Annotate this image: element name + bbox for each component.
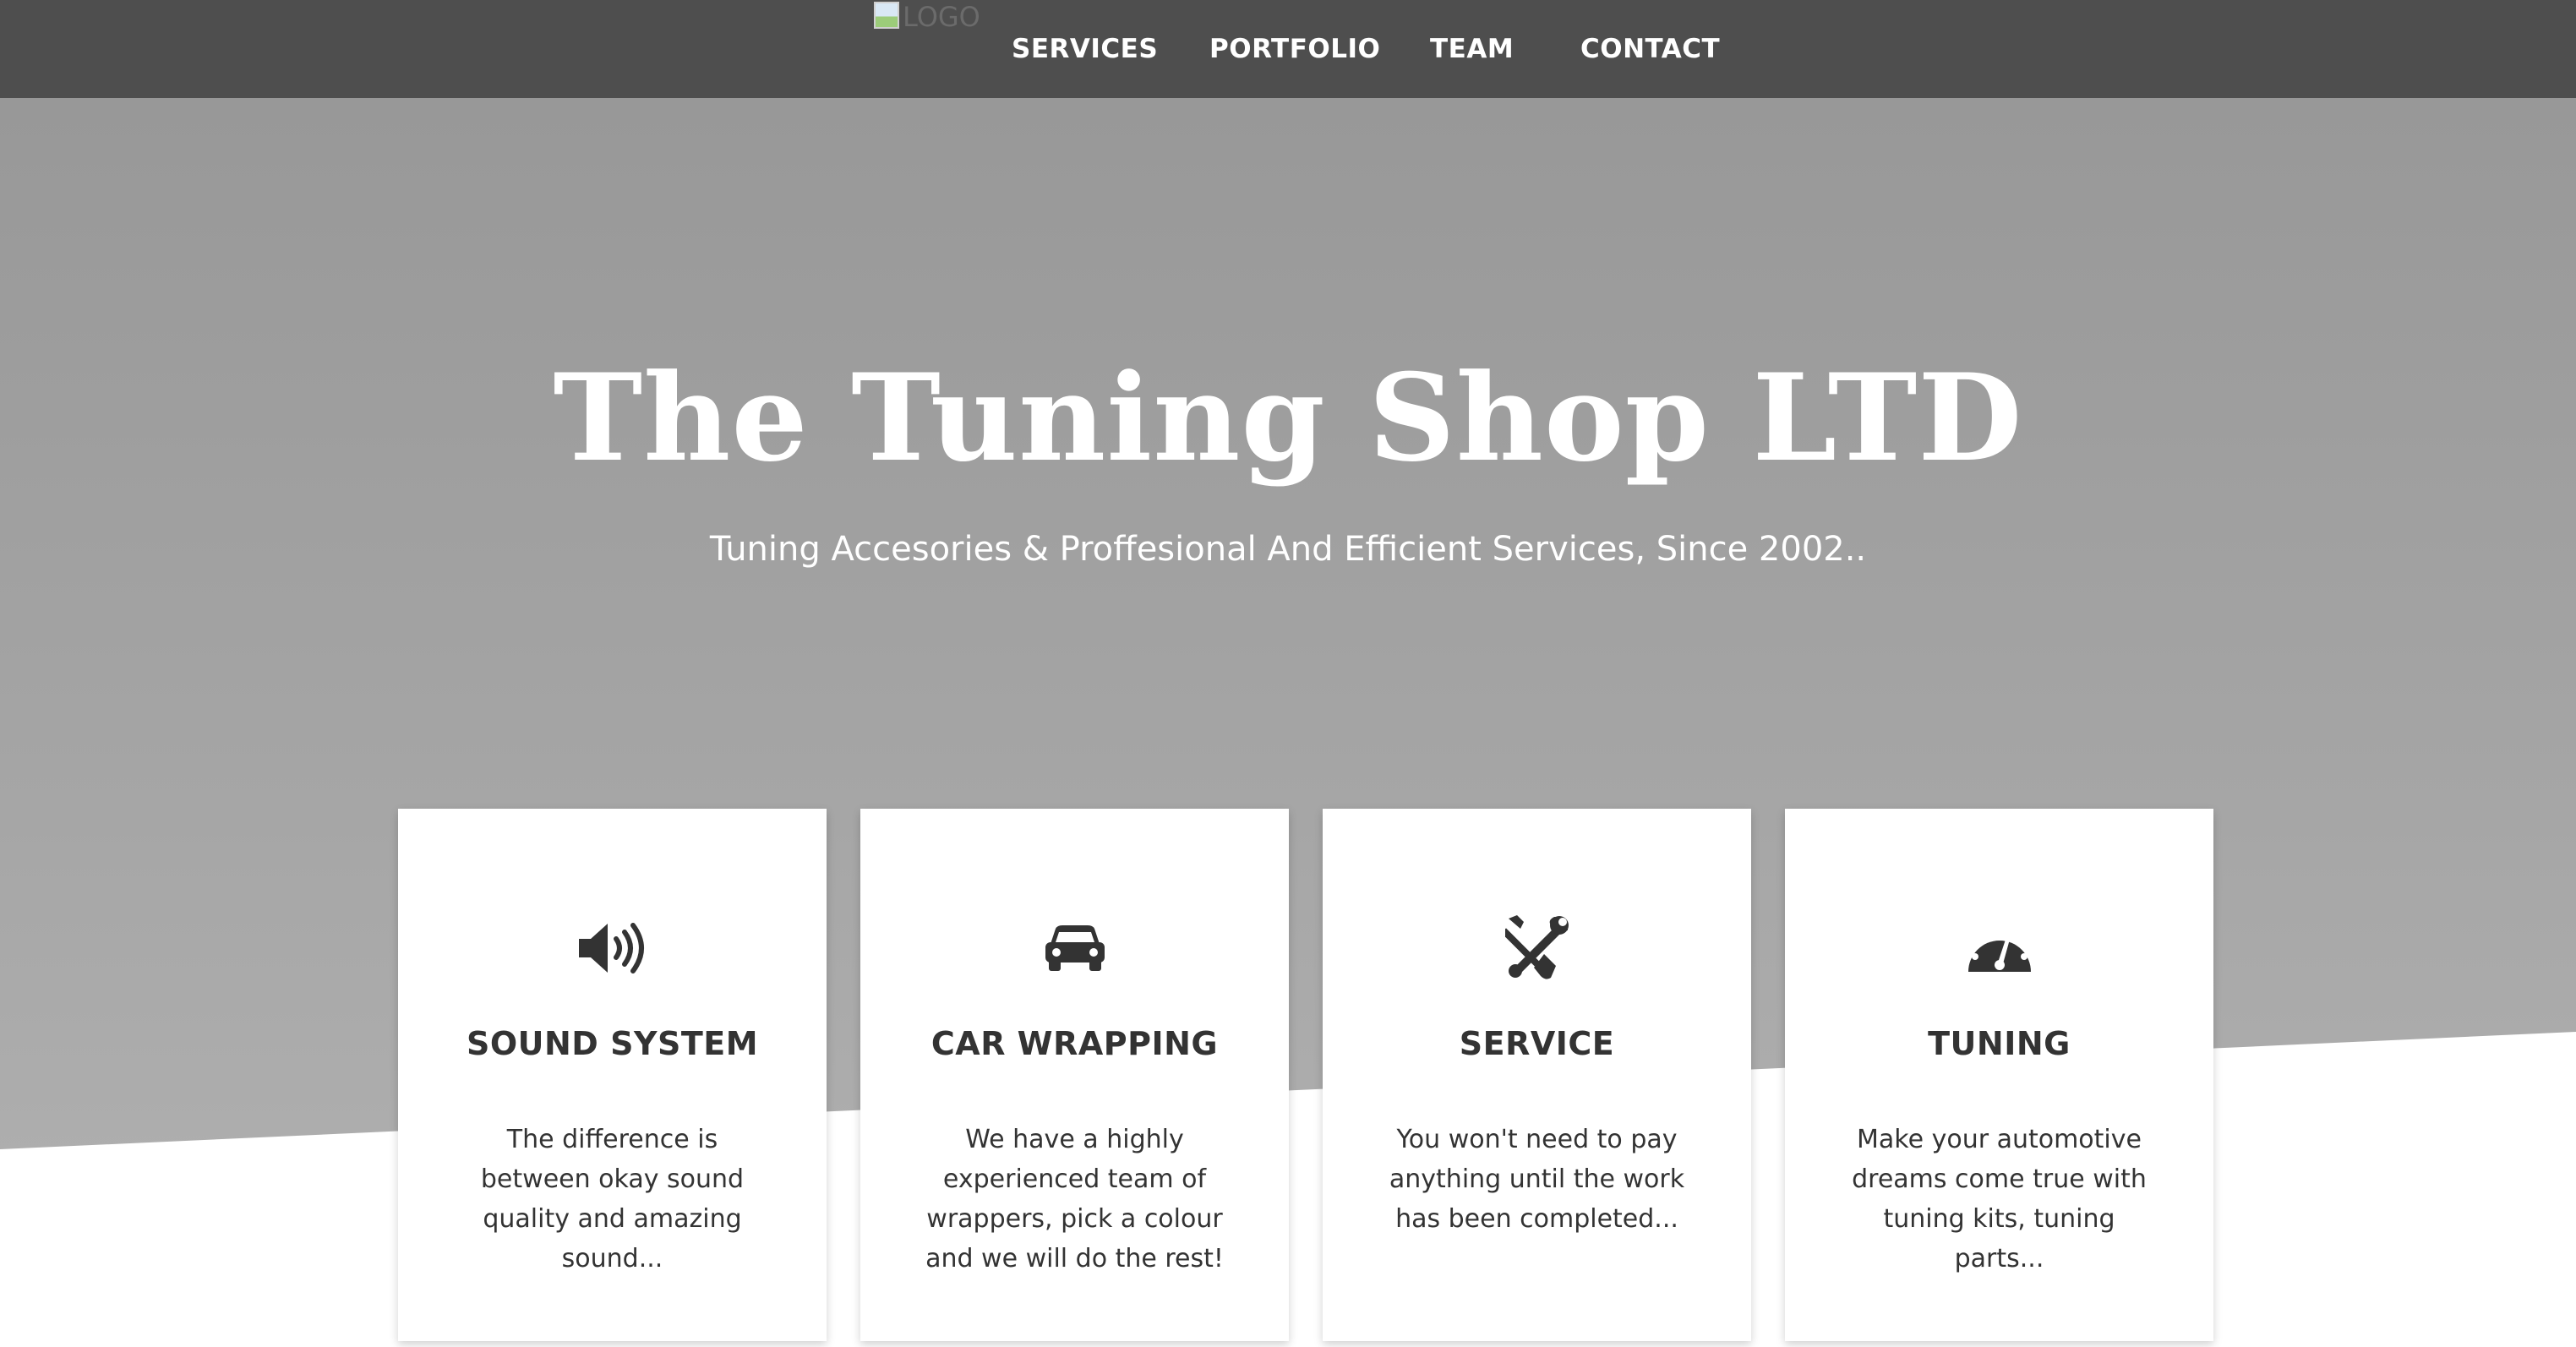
nav-portfolio-link[interactable]: PORTFOLIO xyxy=(1209,30,1380,68)
card-description: We have a highly experienced team of wra… xyxy=(925,1125,1224,1273)
page: LOGO SERVICES PORTFOLIO TEAM CONTACT The… xyxy=(0,0,2576,1347)
logo-alt-text: LOGO xyxy=(903,1,980,33)
hero-title: The Tuning Shop LTD xyxy=(553,348,2023,488)
hero-subtitle: Tuning Accesories & Proffesional And Eff… xyxy=(709,530,1867,569)
service-card-sound-system: SOUND SYSTEM The difference is between o… xyxy=(398,809,827,1341)
card-title: CAR WRAPPING xyxy=(931,1025,1219,1062)
tools-icon xyxy=(1323,910,1751,986)
service-card-service: SERVICE You won't need to pay anything u… xyxy=(1323,809,1751,1341)
card-description: You won't need to pay anything until the… xyxy=(1389,1125,1685,1234)
logo[interactable]: LOGO xyxy=(874,0,980,34)
card-title: TUNING xyxy=(1928,1025,2071,1062)
speedometer-icon xyxy=(1785,910,2213,986)
card-title: SOUND SYSTEM xyxy=(466,1025,759,1062)
nav-team-link[interactable]: TEAM xyxy=(1430,30,1514,68)
volume-icon xyxy=(398,910,827,986)
nav-services-link[interactable]: SERVICES xyxy=(1012,30,1158,68)
card-title: SERVICE xyxy=(1459,1025,1615,1062)
broken-image-icon xyxy=(874,2,899,29)
service-card-tuning: TUNING Make your automotive dreams come … xyxy=(1785,809,2213,1341)
nav-contact-link[interactable]: CONTACT xyxy=(1580,30,1720,68)
car-icon xyxy=(860,910,1289,986)
top-navbar: LOGO SERVICES PORTFOLIO TEAM CONTACT xyxy=(0,0,2576,98)
card-description: Make your automotive dreams come true wi… xyxy=(1852,1125,2147,1273)
service-card-car-wrapping: CAR WRAPPING We have a highly experience… xyxy=(860,809,1289,1341)
card-description: The difference is between okay sound qua… xyxy=(480,1125,745,1273)
